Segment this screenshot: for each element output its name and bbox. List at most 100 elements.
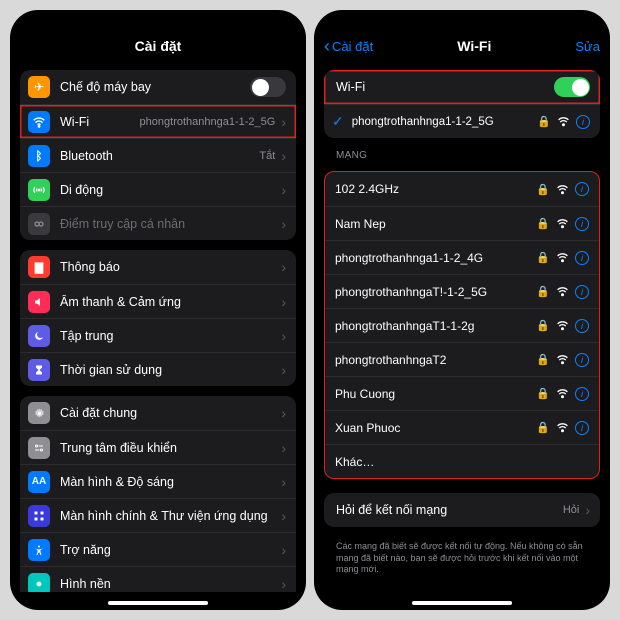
- row-accessibility[interactable]: Trợ năng ›: [20, 532, 296, 566]
- lock-icon: 🔒: [536, 285, 550, 298]
- nav-bar: ‹ Cài đặt Wi-Fi Sửa: [314, 32, 610, 60]
- network-row[interactable]: Xuan Phuoc🔒i: [325, 410, 599, 444]
- wifi-signal-icon: [557, 115, 570, 128]
- row-notifications[interactable]: ▇ Thông báo ›: [20, 250, 296, 284]
- chevron-icon: ›: [585, 502, 590, 518]
- wifi-label: Wi-Fi: [60, 115, 136, 129]
- chevron-icon: ›: [281, 508, 286, 524]
- hourglass-icon: [33, 364, 45, 376]
- nav-bar: Cài đặt: [10, 32, 306, 60]
- wifi-signal-icon: [556, 183, 569, 196]
- row-hotspot[interactable]: Điểm truy cập cá nhân ›: [20, 206, 296, 240]
- network-row[interactable]: Phu Cuong🔒i: [325, 376, 599, 410]
- lock-icon: 🔒: [537, 115, 551, 128]
- wifi-signal-icon: [556, 251, 569, 264]
- group-connectivity: ✈ Chế độ máy bay Wi-Fi phongtrothanhnga1…: [20, 70, 296, 240]
- airplane-icon: ✈: [34, 80, 44, 94]
- network-name: phongtrothanhngaT1-1-2g: [335, 319, 536, 333]
- group-ask: Hỏi để kết nối mạng Hỏi ›: [324, 493, 600, 527]
- wifi-icon: [32, 115, 46, 129]
- network-name: phongtrothanhngaT2: [335, 353, 536, 367]
- hotspot-label: Điểm truy cập cá nhân: [60, 217, 281, 231]
- info-icon[interactable]: i: [575, 319, 589, 333]
- info-icon[interactable]: i: [575, 182, 589, 196]
- wifi-switch[interactable]: [554, 77, 590, 97]
- info-icon[interactable]: i: [575, 387, 589, 401]
- group-notifications: ▇ Thông báo › Âm thanh & Cảm ứng › Tập t…: [20, 250, 296, 386]
- info-icon[interactable]: i: [575, 251, 589, 265]
- row-screentime[interactable]: Thời gian sử dụng ›: [20, 352, 296, 386]
- focus-label: Tập trung: [60, 329, 281, 343]
- home-indicator[interactable]: [108, 601, 208, 605]
- wifi-detail: phongtrothanhnga1-1-2_5G: [140, 116, 276, 128]
- wifi-signal-icon: [556, 285, 569, 298]
- network-name: phongtrothanhnga1-1-2_4G: [335, 251, 536, 265]
- lock-icon: 🔒: [536, 217, 550, 230]
- chevron-left-icon: ‹: [324, 36, 330, 57]
- row-airplane[interactable]: ✈ Chế độ máy bay: [20, 70, 296, 104]
- network-other[interactable]: Khác…: [325, 444, 599, 478]
- row-general[interactable]: Cài đặt chung ›: [20, 396, 296, 430]
- row-homescreen[interactable]: Màn hình chính & Thư viện ứng dụng ›: [20, 498, 296, 532]
- chevron-icon: ›: [281, 362, 286, 378]
- chevron-icon: ›: [281, 542, 286, 558]
- edit-button[interactable]: Sửa: [575, 39, 600, 54]
- row-display[interactable]: AA Màn hình & Độ sáng ›: [20, 464, 296, 498]
- cellular-label: Di động: [60, 183, 281, 197]
- notifications-label: Thông báo: [60, 260, 281, 274]
- connected-network-name: phongtrothanhnga1-1-2_5G: [352, 116, 538, 128]
- info-icon[interactable]: i: [575, 285, 589, 299]
- chevron-icon: ›: [281, 114, 286, 130]
- row-control-center[interactable]: Trung tâm điều khiển ›: [20, 430, 296, 464]
- lock-icon: 🔒: [536, 319, 550, 332]
- ask-label: Hỏi để kết nối mạng: [336, 503, 559, 517]
- wallpaper-icon: [33, 578, 45, 590]
- networks-header: MẠNG: [336, 150, 600, 161]
- info-icon[interactable]: i: [575, 353, 589, 367]
- airplane-switch[interactable]: [250, 77, 286, 97]
- ask-footnote: Các mạng đã biết sẽ được kết nối tự động…: [324, 537, 600, 576]
- home-indicator[interactable]: [412, 601, 512, 605]
- chevron-icon: ›: [281, 148, 286, 164]
- bluetooth-detail: Tắt: [259, 150, 275, 162]
- sliders-icon: [33, 442, 45, 454]
- group-wifi-toggle: Wi-Fi ✓ phongtrothanhnga1-1-2_5G 🔒 i: [324, 70, 600, 138]
- chevron-icon: ›: [281, 328, 286, 344]
- ask-value: Hỏi: [563, 504, 580, 516]
- network-name: Phu Cuong: [335, 387, 536, 401]
- row-wifi[interactable]: Wi-Fi phongtrothanhnga1-1-2_5G ›: [20, 104, 296, 138]
- row-sounds[interactable]: Âm thanh & Cảm ứng ›: [20, 284, 296, 318]
- back-button[interactable]: ‹ Cài đặt: [324, 36, 373, 57]
- page-title: Wi-Fi: [457, 38, 491, 54]
- network-row[interactable]: phongtrothanhngaT1-1-2g🔒 i: [325, 308, 599, 342]
- info-icon[interactable]: i: [575, 421, 589, 435]
- network-row[interactable]: Nam Nep🔒i: [325, 206, 599, 240]
- row-wifi-toggle[interactable]: Wi-Fi: [324, 70, 600, 104]
- network-name: 102 2.4GHz: [335, 182, 536, 196]
- wifi-signal-icon: [556, 387, 569, 400]
- row-focus[interactable]: Tập trung ›: [20, 318, 296, 352]
- control-center-label: Trung tâm điều khiển: [60, 441, 281, 455]
- row-ask-join[interactable]: Hỏi để kết nối mạng Hỏi ›: [324, 493, 600, 527]
- network-row[interactable]: phongtrothanhngaT!-1-2_5G🔒i: [325, 274, 599, 308]
- wifi-screen: ‹ Cài đặt Wi-Fi Sửa Wi-Fi ✓ phongtrothan…: [314, 10, 610, 610]
- row-bluetooth[interactable]: ᛒ Bluetooth Tắt ›: [20, 138, 296, 172]
- info-icon[interactable]: i: [576, 115, 590, 129]
- display-icon: AA: [32, 476, 46, 487]
- info-icon[interactable]: i: [575, 217, 589, 231]
- network-row[interactable]: 102 2.4GHz🔒i: [325, 172, 599, 206]
- network-row[interactable]: phongtrothanhnga1-1-2_4G🔒i: [325, 240, 599, 274]
- back-label: Cài đặt: [332, 39, 373, 54]
- row-wallpaper[interactable]: Hình nền ›: [20, 566, 296, 592]
- hotspot-icon: [33, 218, 45, 230]
- row-connected-network[interactable]: ✓ phongtrothanhnga1-1-2_5G 🔒 i: [324, 104, 600, 138]
- page-title: Cài đặt: [135, 38, 182, 54]
- homescreen-label: Màn hình chính & Thư viện ứng dụng: [60, 509, 281, 523]
- network-row[interactable]: phongtrothanhngaT2🔒i: [325, 342, 599, 376]
- row-cellular[interactable]: Di động ›: [20, 172, 296, 206]
- chevron-icon: ›: [281, 259, 286, 275]
- wallpaper-label: Hình nền: [60, 577, 281, 591]
- accessibility-label: Trợ năng: [60, 543, 281, 557]
- chevron-icon: ›: [281, 405, 286, 421]
- bell-icon: ▇: [35, 261, 43, 274]
